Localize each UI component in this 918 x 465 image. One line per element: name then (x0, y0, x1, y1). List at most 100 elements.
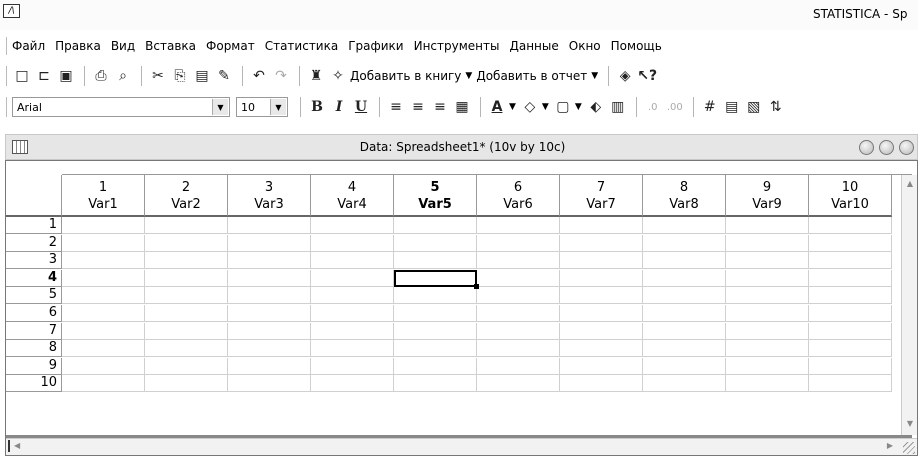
row-header[interactable]: 6 (6, 305, 62, 322)
scroll-up-icon[interactable]: ▲ (904, 179, 916, 191)
data-cell[interactable] (726, 217, 809, 234)
data-cell[interactable] (228, 252, 311, 270)
row-header[interactable]: 7 (6, 322, 62, 340)
data-cell[interactable] (726, 322, 809, 340)
column-header[interactable]: 4 Var4 (311, 175, 394, 217)
column-header[interactable]: 6 Var6 (477, 175, 560, 217)
data-cell[interactable] (394, 340, 477, 358)
data-cell[interactable] (62, 305, 145, 322)
column-header[interactable]: 7 Var7 (560, 175, 643, 217)
data-cell[interactable] (560, 217, 643, 234)
data-cell[interactable] (560, 375, 643, 393)
data-cell[interactable] (394, 375, 477, 393)
data-cell[interactable] (560, 269, 643, 287)
data-cell[interactable] (62, 322, 145, 340)
data-cell[interactable] (809, 375, 892, 393)
spreadsheet-window-title-bar[interactable]: Data: Spreadsheet1* (10v by 10c) (5, 134, 918, 160)
data-cell[interactable] (311, 357, 394, 375)
binoculars-icon[interactable]: ♜ (306, 66, 326, 86)
italic-button[interactable]: I (329, 97, 349, 117)
resize-grip-icon[interactable] (903, 442, 915, 454)
data-cell[interactable] (477, 217, 560, 234)
data-cell[interactable] (311, 269, 394, 287)
data-cell[interactable] (228, 305, 311, 322)
add-to-report-button[interactable]: Добавить в отчет (476, 69, 587, 83)
align-right-icon[interactable]: ≡ (430, 97, 450, 117)
decrease-decimal-icon[interactable]: .00 (665, 97, 685, 117)
close-button[interactable] (899, 140, 914, 155)
menu-edit[interactable]: Правка (55, 39, 101, 53)
data-cell[interactable] (477, 287, 560, 305)
align-center-icon[interactable]: ≡ (408, 97, 428, 117)
chevron-down-icon[interactable]: ▼ (509, 102, 516, 112)
row-header[interactable]: 2 (6, 234, 62, 252)
menu-data[interactable]: Данные (509, 39, 558, 53)
data-cell[interactable] (726, 234, 809, 252)
data-cell[interactable] (62, 340, 145, 358)
menu-view[interactable]: Вид (111, 39, 135, 53)
data-cell[interactable] (394, 322, 477, 340)
data-cell[interactable] (394, 357, 477, 375)
splitter-handle[interactable] (8, 440, 10, 452)
merge-cells-icon[interactable]: ▦ (452, 97, 472, 117)
active-cell[interactable] (394, 269, 479, 289)
data-cell[interactable] (809, 269, 892, 287)
redo-icon[interactable]: ↷ (271, 66, 291, 86)
data-cell[interactable] (560, 340, 643, 358)
data-cell[interactable] (560, 357, 643, 375)
data-cell[interactable] (809, 217, 892, 234)
data-cell[interactable] (311, 375, 394, 393)
maximize-button[interactable] (879, 140, 894, 155)
corner-cell[interactable] (6, 175, 62, 217)
data-cell[interactable] (477, 269, 560, 287)
variable-specs-icon[interactable]: ▤ (722, 97, 742, 117)
chevron-down-icon[interactable]: ▼ (591, 71, 598, 81)
menu-statistics[interactable]: Статистика (265, 39, 339, 53)
data-cell[interactable] (145, 269, 228, 287)
case-specs-icon[interactable]: ▧ (744, 97, 764, 117)
properties-icon[interactable]: ◈ (615, 66, 635, 86)
data-cell[interactable] (311, 322, 394, 340)
column-header[interactable]: 3 Var3 (228, 175, 311, 217)
data-cell[interactable] (477, 322, 560, 340)
paste-icon[interactable]: ▤ (192, 66, 212, 86)
data-cell[interactable] (394, 234, 477, 252)
data-cell[interactable] (643, 252, 726, 270)
sort-icon[interactable]: ⇅ (766, 97, 786, 117)
data-cell[interactable] (62, 269, 145, 287)
data-cell[interactable] (62, 217, 145, 234)
scroll-down-icon[interactable]: ▼ (904, 419, 916, 431)
data-cell[interactable] (62, 287, 145, 305)
statistica-app-icon[interactable]: /\ (3, 4, 20, 18)
data-cell[interactable] (643, 234, 726, 252)
menu-graphs[interactable]: Графики (348, 39, 403, 53)
data-cell[interactable] (809, 252, 892, 270)
underline-button[interactable]: U (351, 97, 371, 117)
data-cell[interactable] (145, 252, 228, 270)
data-cell[interactable] (228, 287, 311, 305)
data-cell[interactable] (643, 269, 726, 287)
row-header[interactable]: 8 (6, 340, 62, 358)
font-size-select[interactable]: 10 ▼ (236, 97, 288, 117)
borders-icon[interactable]: ▢ (553, 97, 573, 117)
copy-icon[interactable]: ⎘ (170, 66, 190, 86)
print-preview-icon[interactable]: ⌕ (113, 66, 133, 86)
data-cell[interactable] (228, 340, 311, 358)
menu-tools[interactable]: Инструменты (414, 39, 500, 53)
chevron-down-icon[interactable]: ▼ (212, 99, 228, 115)
chevron-down-icon[interactable]: ▼ (575, 102, 582, 112)
fill-handle[interactable] (474, 283, 479, 289)
column-header[interactable]: 1 Var1 (62, 175, 145, 217)
bold-button[interactable]: B (307, 97, 327, 117)
horizontal-scrollbar[interactable]: ◀ ▶ (6, 438, 917, 455)
data-cell[interactable] (560, 305, 643, 322)
data-cell[interactable] (809, 322, 892, 340)
data-cell[interactable] (311, 340, 394, 358)
magic-wand-icon[interactable]: ✧ (328, 66, 348, 86)
data-cell[interactable] (477, 305, 560, 322)
chevron-down-icon[interactable]: ▼ (270, 99, 286, 115)
undo-icon[interactable]: ↶ (249, 66, 269, 86)
format-painter-icon[interactable]: ✎ (214, 66, 234, 86)
menu-window[interactable]: Окно (569, 39, 601, 53)
data-cell[interactable] (311, 234, 394, 252)
